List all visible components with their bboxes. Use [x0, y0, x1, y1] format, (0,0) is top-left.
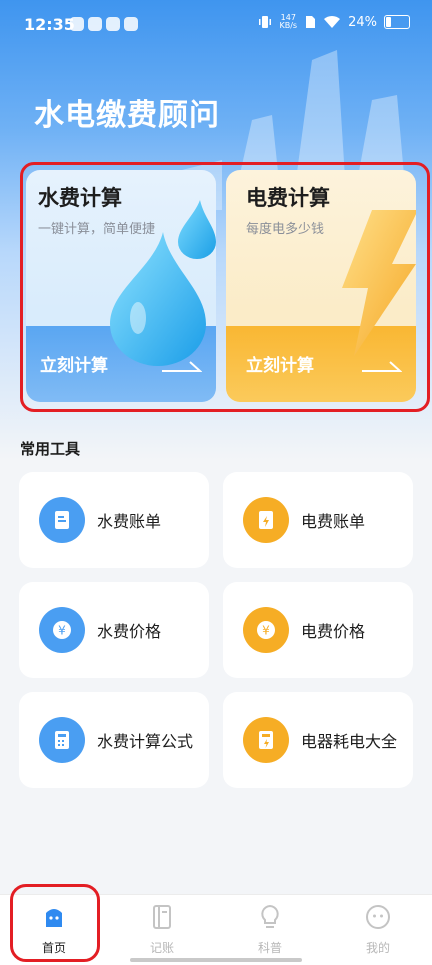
tool-label: 水费计算公式 — [97, 732, 194, 751]
tool-label: 水费账单 — [97, 512, 162, 531]
water-formula-icon — [39, 717, 85, 763]
network-speed: 147 KB/s — [279, 14, 297, 30]
tool-label: 电费价格 — [301, 622, 366, 641]
tool-water-bill[interactable]: 水费账单 — [19, 472, 209, 568]
electric-calc-card[interactable]: 电费计算 每度电多少钱 立刻计算 — [226, 170, 416, 402]
tool-water-formula[interactable]: 水费计算公式 — [19, 692, 209, 788]
message-icon — [124, 17, 138, 31]
svg-text:¥: ¥ — [262, 624, 270, 638]
wifi-icon — [324, 15, 341, 28]
vibrate-icon — [259, 16, 272, 28]
tool-label: 电费账单 — [301, 512, 366, 531]
weibo-icon — [70, 17, 84, 31]
tab-label: 我的 — [365, 941, 390, 955]
arrow-right-icon — [362, 361, 402, 372]
tool-electric-price[interactable]: ¥ 电费价格 — [223, 582, 413, 678]
electric-bill-icon — [243, 497, 289, 543]
notification-icons — [70, 17, 138, 31]
tab-science[interactable]: 科普 — [216, 895, 324, 965]
water-price-icon: ¥ — [39, 607, 85, 653]
network-speed-unit: KB/s — [279, 21, 298, 30]
svg-text:¥: ¥ — [58, 624, 66, 638]
electric-calc-button[interactable]: 立刻计算 — [246, 351, 314, 376]
sim-icon — [306, 16, 316, 28]
home-tab-highlight-box — [10, 884, 100, 962]
notebook-icon — [153, 905, 171, 929]
electric-card-title: 电费计算 — [246, 186, 330, 210]
water-card-title: 水费计算 — [38, 186, 122, 210]
battery-icon — [384, 15, 410, 29]
tiktok-icon — [106, 17, 120, 31]
tool-water-price[interactable]: ¥ 水费价格 — [19, 582, 209, 678]
gesture-home-bar[interactable] — [130, 958, 302, 962]
tab-profile[interactable]: 我的 — [324, 895, 432, 965]
profile-icon — [366, 905, 390, 929]
appliance-power-icon — [243, 717, 289, 763]
electric-card-subtitle: 每度电多少钱 — [246, 222, 325, 237]
tab-label: 科普 — [257, 941, 282, 955]
lightbulb-icon — [261, 904, 279, 928]
status-time: 12:35 — [24, 15, 75, 34]
water-calc-button[interactable]: 立刻计算 — [40, 351, 108, 376]
app-title: 水电缴费顾问 — [34, 98, 220, 133]
battery-percent: 24% — [348, 14, 377, 30]
tool-label: 水费价格 — [97, 622, 162, 641]
arrow-right-icon — [162, 361, 202, 372]
status-bar: 12:35 147 KB/s 24% — [0, 0, 432, 52]
tool-electric-bill[interactable]: 电费账单 — [223, 472, 413, 568]
app-notification-icon — [88, 17, 102, 31]
tool-appliance-power[interactable]: 电器耗电大全 — [223, 692, 413, 788]
electric-price-icon: ¥ — [243, 607, 289, 653]
tool-label: 电器耗电大全 — [301, 732, 398, 751]
tools-section-title: 常用工具 — [20, 440, 81, 458]
water-calc-card[interactable]: 水费计算 一键计算，简单便捷 立刻计算 — [26, 170, 216, 402]
water-drop-icon — [110, 232, 206, 366]
tab-notebook[interactable]: 记账 — [108, 895, 216, 965]
tab-label: 记账 — [149, 941, 174, 955]
lightning-bolt-icon — [342, 210, 416, 356]
water-bill-icon — [39, 497, 85, 543]
